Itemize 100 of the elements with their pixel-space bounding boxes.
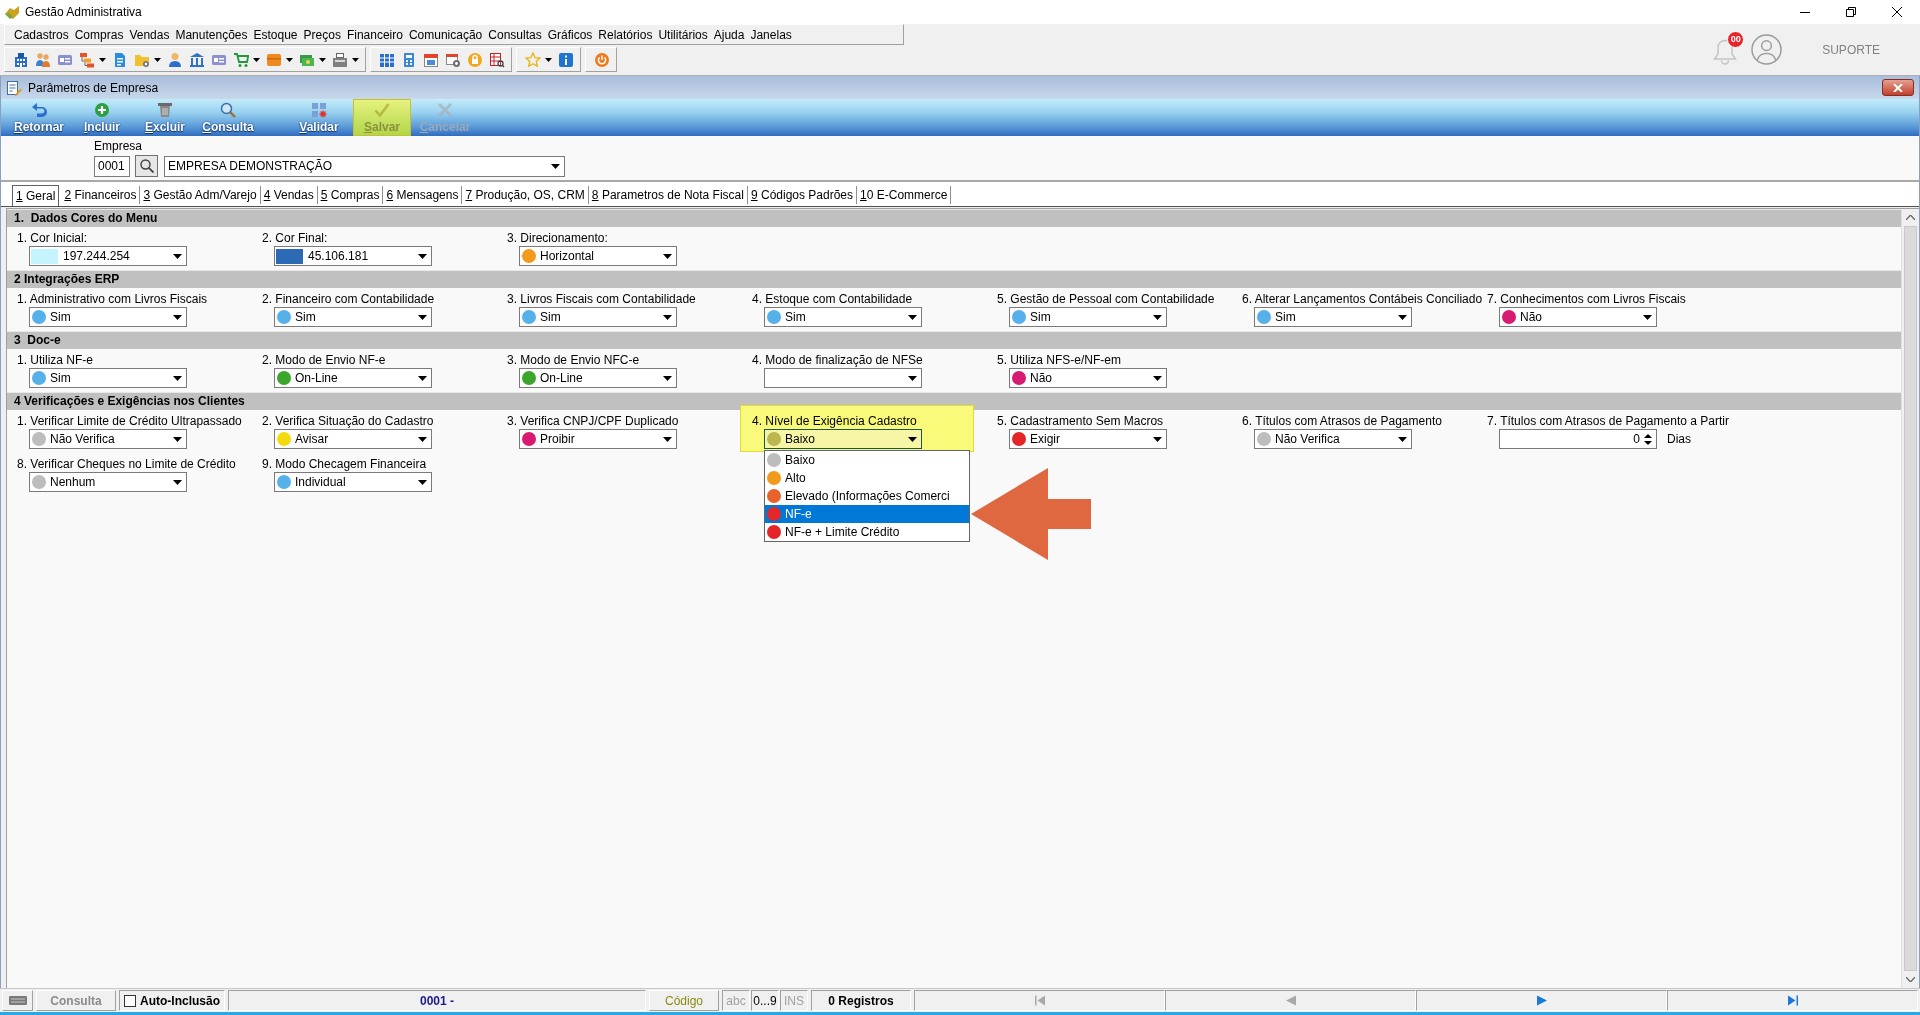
menu-item[interactable]: Utilitários xyxy=(655,25,711,44)
keyboard-button[interactable] xyxy=(2,990,33,1011)
calculator-icon[interactable] xyxy=(401,51,417,68)
dropdown-field[interactable]: Não xyxy=(1009,368,1167,388)
caret-icon[interactable] xyxy=(663,253,672,259)
tab[interactable]: 1 Geral xyxy=(12,185,60,206)
next-record-button[interactable] xyxy=(1416,990,1667,1011)
caret-icon[interactable] xyxy=(663,314,672,320)
menu-item[interactable]: Relatórios xyxy=(595,25,656,44)
dropdown-field[interactable]: Avisar xyxy=(274,429,432,449)
dropdown-field[interactable]: Sim xyxy=(519,307,677,327)
person-icon[interactable] xyxy=(167,51,183,68)
caret-icon[interactable] xyxy=(173,253,182,259)
dropdown-field[interactable]: Nenhum xyxy=(29,472,187,492)
caret-icon[interactable] xyxy=(1398,314,1407,320)
close-button[interactable] xyxy=(1882,79,1914,96)
caret-icon[interactable] xyxy=(418,253,427,259)
dropdown-field[interactable]: Sim xyxy=(29,368,187,388)
caret-icon[interactable] xyxy=(173,436,182,442)
dropdown-field[interactable]: Baixo xyxy=(764,429,922,449)
caret-icon[interactable] xyxy=(418,436,427,442)
dropdown-field[interactable]: Horizontal xyxy=(519,246,677,266)
calendar-gear-icon[interactable] xyxy=(445,51,461,68)
document-icon[interactable] xyxy=(112,51,128,68)
search-button[interactable] xyxy=(135,155,158,177)
caret-icon[interactable] xyxy=(545,57,552,62)
user-name[interactable]: SUPORTE xyxy=(1822,42,1880,57)
dropdown-field[interactable]: Não Verifica xyxy=(29,429,187,449)
dropdown-field[interactable]: Não Verifica xyxy=(1254,429,1412,449)
caret-icon[interactable] xyxy=(418,479,427,485)
dropdown-field[interactable]: Sim xyxy=(29,307,187,327)
menu-item[interactable]: Ajuda xyxy=(710,25,748,44)
menu-item[interactable]: Gráficos xyxy=(544,25,596,44)
code-field[interactable]: 0001 xyxy=(94,155,130,177)
tab[interactable]: 5 Compras xyxy=(317,186,384,204)
star-icon[interactable] xyxy=(525,51,541,68)
tab[interactable]: 2 Financeiros xyxy=(61,186,141,204)
scrollbar[interactable] xyxy=(1901,209,1919,988)
color-picker-field[interactable]: 45.106.181 xyxy=(274,246,432,266)
caret-icon[interactable] xyxy=(1153,375,1162,381)
dropdown-field[interactable]: Não xyxy=(1499,307,1657,327)
caret-icon[interactable] xyxy=(173,479,182,485)
dropdown-field[interactable]: Individual xyxy=(274,472,432,492)
tab[interactable]: 9 Códigos Padrões xyxy=(747,186,857,204)
caret-icon[interactable] xyxy=(1153,436,1162,442)
menu-item[interactable]: Cadastros xyxy=(11,25,72,44)
dropdown-option[interactable]: NF-e xyxy=(765,505,969,523)
people-icon[interactable] xyxy=(35,51,51,68)
dropdown-field[interactable]: EMPRESA DEMONSTRAÇÃO xyxy=(164,155,565,177)
dropdown-option[interactable]: Elevado (Informações Comerci xyxy=(765,487,969,505)
caret-icon[interactable] xyxy=(551,163,560,169)
caret-icon[interactable] xyxy=(1643,314,1652,320)
caret-icon[interactable] xyxy=(154,57,161,62)
tab[interactable]: 4 Vendas xyxy=(260,186,318,204)
caret-icon[interactable] xyxy=(663,375,672,381)
power-icon[interactable] xyxy=(594,51,610,68)
caret-icon[interactable] xyxy=(99,57,106,62)
caret-icon[interactable] xyxy=(173,314,182,320)
dropdown-field[interactable]: Sim xyxy=(1254,307,1412,327)
dropdown-option[interactable]: Alto xyxy=(765,469,969,487)
caret-icon[interactable] xyxy=(319,57,326,62)
checkbox[interactable] xyxy=(124,994,136,1007)
report-icon[interactable] xyxy=(489,51,505,68)
calendar-icon[interactable] xyxy=(423,51,439,68)
building-icon[interactable] xyxy=(13,51,29,68)
bank-icon[interactable] xyxy=(189,51,205,68)
dropdown-field[interactable]: On-Line xyxy=(274,368,432,388)
color-picker-field[interactable]: 197.244.254 xyxy=(29,246,187,266)
calendar-grid-icon[interactable] xyxy=(379,51,395,68)
caret-icon[interactable] xyxy=(253,57,260,62)
caret-icon[interactable] xyxy=(418,314,427,320)
previous-record-button[interactable] xyxy=(1165,990,1416,1011)
caret-icon[interactable] xyxy=(1398,436,1407,442)
number-field[interactable]: 0 xyxy=(1499,429,1657,449)
dropdown-field[interactable]: Exigir xyxy=(1009,429,1167,449)
tab[interactable]: 7 Produção, OS, CRM xyxy=(462,186,589,204)
tab[interactable]: 3 Gestão Adm/Varejo xyxy=(140,186,261,204)
caret-icon[interactable] xyxy=(908,375,917,381)
cash-register-icon[interactable] xyxy=(332,51,348,68)
caret-icon[interactable] xyxy=(173,375,182,381)
scrollbar-thumb[interactable] xyxy=(1904,226,1917,971)
first-record-button[interactable] xyxy=(914,990,1165,1011)
dropdown-option[interactable]: Baixo xyxy=(765,451,969,469)
dropdown-option[interactable]: NF-e + Limite Crédito xyxy=(765,523,969,541)
menu-item[interactable]: Compras xyxy=(71,25,127,44)
caret-icon[interactable] xyxy=(286,57,293,62)
menu-item[interactable]: Estoque xyxy=(250,25,301,44)
menu-item[interactable]: Preços xyxy=(300,25,344,44)
menu-item[interactable]: Consultas xyxy=(485,25,545,44)
tab[interactable]: 8 Parametros de Nota Fiscal xyxy=(588,186,748,204)
dropdown-field[interactable]: Proibir xyxy=(519,429,677,449)
caret-icon[interactable] xyxy=(1153,314,1162,320)
spinner-icon[interactable] xyxy=(1644,432,1652,446)
tab[interactable]: 10 E-Commerce xyxy=(857,186,952,204)
menu-item[interactable]: Comunicação xyxy=(405,25,486,44)
caret-icon[interactable] xyxy=(908,436,917,442)
caret-icon[interactable] xyxy=(418,375,427,381)
info-icon[interactable] xyxy=(558,51,574,68)
caret-icon[interactable] xyxy=(352,57,359,62)
dropdown-field[interactable]: Sim xyxy=(1009,307,1167,327)
